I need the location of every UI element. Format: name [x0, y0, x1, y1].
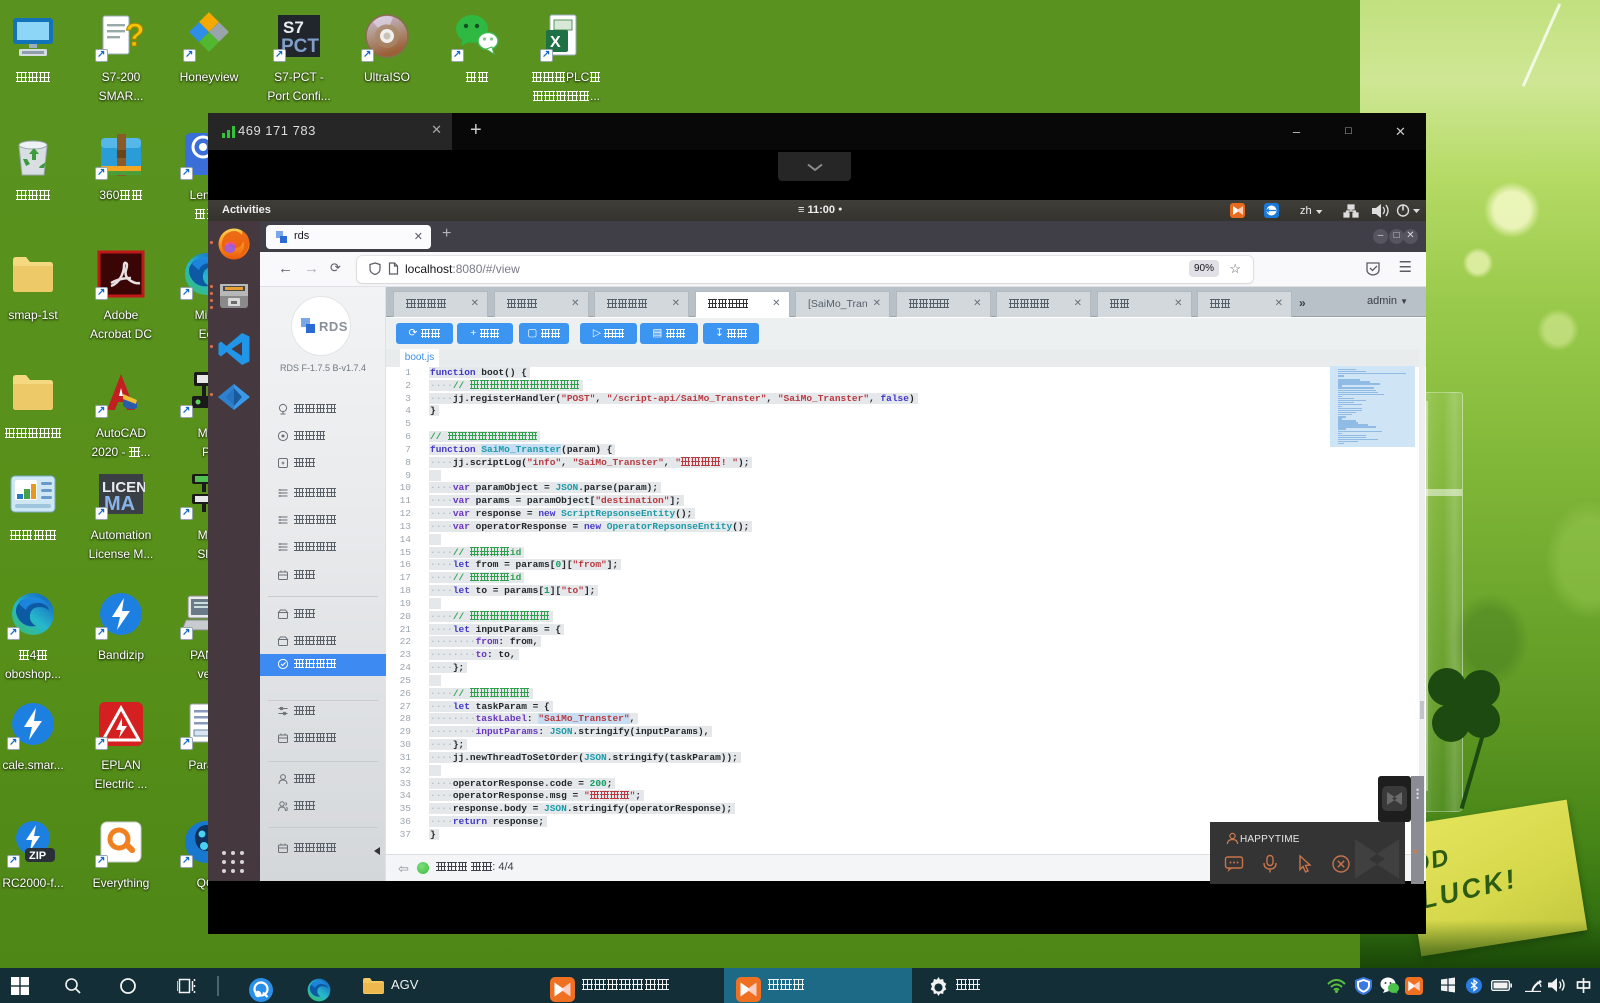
svg-text:ZIP: ZIP — [29, 850, 46, 862]
svg-text:zh: zh — [1300, 205, 1312, 217]
svg-text:S7: S7 — [283, 18, 304, 37]
svg-text:PCT: PCT — [281, 36, 319, 57]
svg-text:MA: MA — [104, 493, 135, 515]
svg-text:?: ? — [125, 17, 145, 53]
